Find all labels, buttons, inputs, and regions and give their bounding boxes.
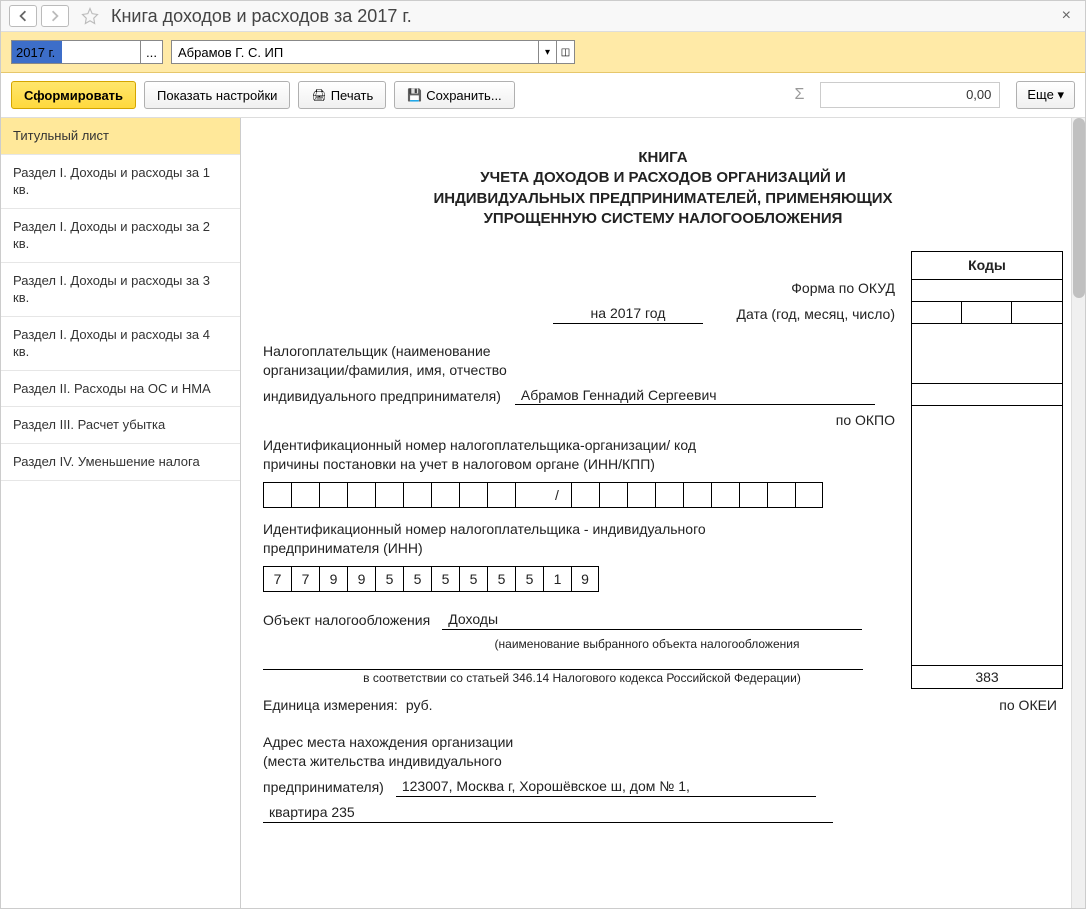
okei-value: 383 — [912, 666, 1062, 688]
addr-val1: 123007, Москва г, Хорошёвское ш, дом № 1… — [396, 777, 816, 797]
date-label: Дата (год, месяц, число) — [737, 305, 895, 324]
print-button[interactable]: 🖨 Печать — [298, 81, 386, 109]
book-sub1: УЧЕТА ДОХОДОВ И РАСХОДОВ ОРГАНИЗАЦИЙ И — [263, 168, 1063, 188]
print-icon: 🖨 — [311, 88, 326, 102]
toolbar: Сформировать Показать настройки 🖨Печать … — [1, 73, 1085, 118]
sum-value: 0,00 — [820, 82, 1000, 108]
close-button[interactable]: × — [1056, 7, 1077, 25]
titlebar: Книга доходов и расходов за 2017 г. × — [1, 1, 1085, 32]
save-icon: 💾 — [407, 88, 422, 102]
object-label: Объект налогообложения — [263, 611, 430, 630]
okud-label: Форма по ОКУД — [791, 279, 895, 298]
page-title: Книга доходов и расходов за 2017 г. — [111, 6, 412, 27]
save-button[interactable]: 💾 Сохранить... — [394, 81, 514, 109]
book-top: КНИГА — [263, 148, 1063, 168]
scroll-thumb[interactable] — [1073, 118, 1085, 298]
organization-input[interactable] — [171, 40, 539, 64]
taxpayer-name: Абрамов Геннадий Сергеевич — [515, 386, 875, 406]
nav-forward-button[interactable] — [41, 5, 69, 27]
sidebar-item-1[interactable]: Раздел I. Доходы и расходы за 1 кв. — [1, 155, 240, 209]
period-input[interactable] — [11, 40, 141, 64]
codes-header: Коды — [912, 252, 1062, 280]
okpo-label: по ОКПО — [836, 411, 895, 430]
sidebar-item-3[interactable]: Раздел I. Доходы и расходы за 3 кв. — [1, 263, 240, 317]
book-sub2: ИНДИВИДУАЛЬНЫХ ПРЕДПРИНИМАТЕЛЕЙ, ПРИМЕНЯ… — [263, 189, 1063, 209]
sigma-icon: Σ — [787, 86, 813, 104]
org-dropdown-button[interactable]: ▾ — [539, 40, 557, 64]
show-settings-button[interactable]: Показать настройки — [144, 81, 290, 109]
save-label: Сохранить... — [426, 88, 501, 103]
report-area[interactable]: КНИГА УЧЕТА ДОХОДОВ И РАСХОДОВ ОРГАНИЗАЦ… — [241, 118, 1085, 908]
period-select-button[interactable]: ... — [141, 40, 163, 64]
addr-lbl1: Адрес места нахождения организации — [263, 733, 1063, 752]
taxpayer-lbl3: индивидуального предпринимателя) — [263, 387, 501, 406]
sidebar-item-5[interactable]: Раздел II. Расходы на ОС и НМА — [1, 371, 240, 408]
chevron-down-icon: ▾ — [1057, 87, 1064, 102]
org-open-button[interactable]: ◫ — [557, 40, 575, 64]
nav-back-button[interactable] — [9, 5, 37, 27]
sidebar-item-0[interactable]: Титульный лист — [1, 118, 240, 155]
addr-val2: квартира 235 — [263, 803, 833, 823]
vertical-scrollbar[interactable] — [1071, 118, 1085, 908]
book-sub3: УПРОЩЕННУЮ СИСТЕМУ НАЛОГООБЛОЖЕНИЯ — [263, 209, 1063, 229]
sidebar-item-6[interactable]: Раздел III. Расчет убытка — [1, 407, 240, 444]
inn-ip-cells: 779955555519 — [263, 566, 901, 592]
more-label: Еще — [1027, 87, 1053, 102]
unit-label: Единица измерения: — [263, 696, 398, 715]
codes-block: Коды 383 — [911, 251, 1063, 689]
favorite-icon[interactable] — [79, 5, 101, 27]
addr-lbl2: (места жительства индивидуального — [263, 752, 1063, 771]
form-button[interactable]: Сформировать — [11, 81, 136, 109]
print-label: Печать — [331, 88, 374, 103]
params-bar: ... ▾ ◫ — [1, 32, 1085, 73]
sidebar: Титульный листРаздел I. Доходы и расходы… — [1, 118, 241, 908]
addr-lbl3: предпринимателя) — [263, 778, 384, 797]
sidebar-item-7[interactable]: Раздел IV. Уменьшение налога — [1, 444, 240, 481]
more-button[interactable]: Еще ▾ — [1016, 81, 1075, 109]
unit-value: руб. — [406, 696, 433, 715]
sidebar-item-2[interactable]: Раздел I. Доходы и расходы за 2 кв. — [1, 209, 240, 263]
inn-org-cells: / — [263, 482, 901, 508]
object-value: Доходы — [442, 610, 862, 630]
okei-label: по ОКЕИ — [999, 696, 1057, 715]
year-value: на 2017 год — [553, 304, 703, 324]
sidebar-item-4[interactable]: Раздел I. Доходы и расходы за 4 кв. — [1, 317, 240, 371]
